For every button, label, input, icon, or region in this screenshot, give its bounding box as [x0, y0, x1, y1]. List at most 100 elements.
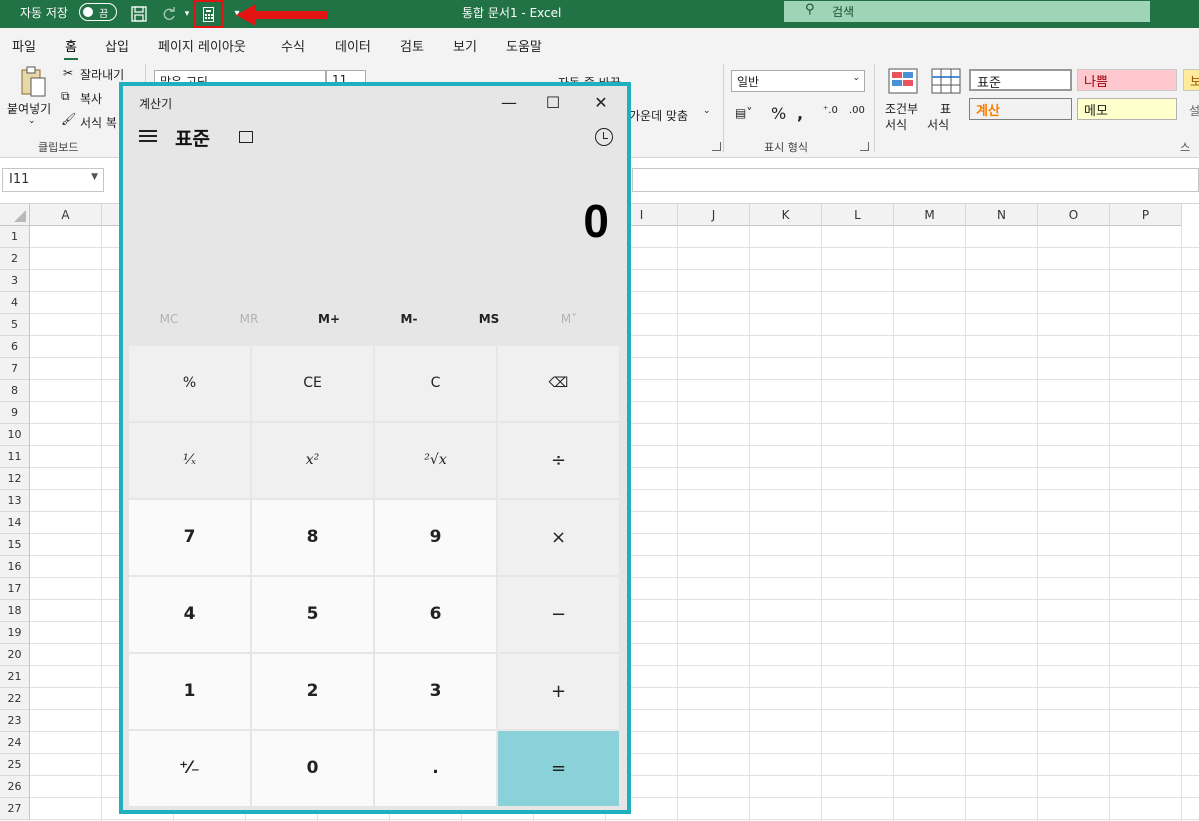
digit-6-button[interactable]: 6 — [375, 577, 496, 652]
row-header[interactable]: 1 — [0, 226, 30, 248]
accounting-format-icon[interactable]: ▤˅ — [735, 106, 752, 120]
digit-7-button[interactable]: 7 — [129, 500, 250, 575]
column-header[interactable]: P — [1110, 204, 1182, 226]
digit-5-button[interactable]: 5 — [252, 577, 373, 652]
tab-review[interactable]: 검토 — [400, 36, 424, 55]
backspace-button[interactable]: ⌫ — [498, 346, 619, 421]
row-header[interactable]: 9 — [0, 402, 30, 424]
number-launcher-icon[interactable] — [860, 142, 869, 151]
paste-dropdown-icon[interactable]: ⌄ — [28, 116, 36, 126]
memory-button[interactable]: MS — [449, 312, 529, 326]
maximize-button[interactable]: ☐ — [531, 90, 575, 116]
multiply-button[interactable]: × — [498, 500, 619, 575]
memory-button[interactable]: M˅ — [529, 312, 609, 326]
row-header[interactable]: 22 — [0, 688, 30, 710]
calculator-quick-access-button[interactable] — [193, 0, 223, 28]
digit-8-button[interactable]: 8 — [252, 500, 373, 575]
row-header[interactable]: 12 — [0, 468, 30, 490]
row-header[interactable]: 14 — [0, 512, 30, 534]
row-header[interactable]: 7 — [0, 358, 30, 380]
square-root-button[interactable]: ²√x — [375, 423, 496, 498]
close-button[interactable]: ✕ — [579, 90, 623, 116]
format-as-table-icon[interactable] — [931, 68, 961, 94]
row-header[interactable]: 2 — [0, 248, 30, 270]
alignment-launcher-icon[interactable] — [712, 142, 721, 151]
tab-help[interactable]: 도움말 — [506, 36, 542, 55]
row-header[interactable]: 20 — [0, 644, 30, 666]
row-header[interactable]: 24 — [0, 732, 30, 754]
clear-button[interactable]: C — [375, 346, 496, 421]
tab-formulas[interactable]: 수식 — [281, 36, 305, 55]
column-header[interactable]: A — [30, 204, 102, 226]
hamburger-menu-icon[interactable] — [139, 129, 157, 143]
format-as-table-label-1[interactable]: 표 — [940, 100, 951, 117]
format-painter-button[interactable]: 서식 복 — [80, 114, 117, 131]
row-header[interactable]: 23 — [0, 710, 30, 732]
style-more-label[interactable]: 설 — [1189, 102, 1199, 119]
row-header[interactable]: 26 — [0, 776, 30, 798]
row-header[interactable]: 11 — [0, 446, 30, 468]
row-header[interactable]: 17 — [0, 578, 30, 600]
row-header[interactable]: 6 — [0, 336, 30, 358]
history-icon[interactable] — [595, 128, 613, 146]
paste-button[interactable]: 붙여넣기 — [7, 100, 51, 117]
copy-button[interactable]: 복사 — [80, 90, 102, 107]
row-header[interactable]: 21 — [0, 666, 30, 688]
conditional-formatting-label-2[interactable]: 서식 — [885, 116, 907, 133]
equals-button[interactable]: = — [498, 731, 619, 806]
percent-style-icon[interactable]: % — [771, 104, 786, 123]
autosave-toggle[interactable]: 끔 — [79, 3, 117, 21]
comma-style-icon[interactable]: , — [797, 104, 803, 123]
row-header[interactable]: 10 — [0, 424, 30, 446]
number-format-combo[interactable]: 일반 ⌄ — [731, 70, 865, 92]
increase-decimal-icon[interactable]: ⁺.0 — [823, 105, 838, 116]
reciprocal-button[interactable]: ¹⁄ₓ — [129, 423, 250, 498]
name-box[interactable]: I11 ▼ — [2, 168, 104, 192]
tab-data[interactable]: 데이터 — [335, 36, 371, 55]
digit-4-button[interactable]: 4 — [129, 577, 250, 652]
column-header[interactable]: J — [678, 204, 750, 226]
digit-9-button[interactable]: 9 — [375, 500, 496, 575]
memory-button[interactable]: M+ — [289, 312, 369, 326]
row-header[interactable]: 3 — [0, 270, 30, 292]
column-header[interactable]: N — [966, 204, 1038, 226]
memory-button[interactable]: MR — [209, 312, 289, 326]
memory-button[interactable]: MC — [129, 312, 209, 326]
conditional-formatting-icon[interactable] — [888, 68, 918, 94]
format-as-table-label-2[interactable]: 서식 — [927, 116, 949, 133]
select-all-corner[interactable] — [0, 204, 30, 226]
conditional-formatting-label-1[interactable]: 조건부 — [885, 100, 918, 117]
row-header[interactable]: 18 — [0, 600, 30, 622]
add-button[interactable]: + — [498, 654, 619, 729]
column-header[interactable]: O — [1038, 204, 1110, 226]
row-header[interactable]: 4 — [0, 292, 30, 314]
row-header[interactable]: 8 — [0, 380, 30, 402]
paste-icon[interactable] — [19, 66, 47, 98]
cut-button[interactable]: 잘라내기 — [80, 66, 124, 83]
keep-on-top-icon[interactable] — [239, 131, 253, 143]
column-header[interactable]: L — [822, 204, 894, 226]
row-header[interactable]: 25 — [0, 754, 30, 776]
tab-insert[interactable]: 삽입 — [105, 36, 129, 55]
column-header[interactable]: K — [750, 204, 822, 226]
negate-button[interactable]: ⁺⁄₋ — [129, 731, 250, 806]
memory-button[interactable]: M- — [369, 312, 449, 326]
style-bad[interactable]: 나쁨 — [1077, 69, 1177, 91]
column-header[interactable]: M — [894, 204, 966, 226]
square-button[interactable]: x² — [252, 423, 373, 498]
digit-3-button[interactable]: 3 — [375, 654, 496, 729]
digit-0-button[interactable]: 0 — [252, 731, 373, 806]
search-box[interactable]: ⚲ 검색 — [784, 1, 1150, 22]
row-header[interactable]: 19 — [0, 622, 30, 644]
minimize-button[interactable]: — — [487, 90, 531, 116]
digit-2-button[interactable]: 2 — [252, 654, 373, 729]
tab-view[interactable]: 보기 — [453, 36, 477, 55]
row-header[interactable]: 15 — [0, 534, 30, 556]
style-calculation[interactable]: 계산 — [969, 98, 1072, 120]
tab-page-layout[interactable]: 페이지 레이아웃 — [158, 36, 246, 55]
row-header[interactable]: 13 — [0, 490, 30, 512]
percent-button[interactable]: % — [129, 346, 250, 421]
merge-dropdown-icon[interactable]: ⌄ — [703, 106, 711, 116]
decimal-button[interactable]: . — [375, 731, 496, 806]
save-icon[interactable] — [128, 3, 150, 25]
